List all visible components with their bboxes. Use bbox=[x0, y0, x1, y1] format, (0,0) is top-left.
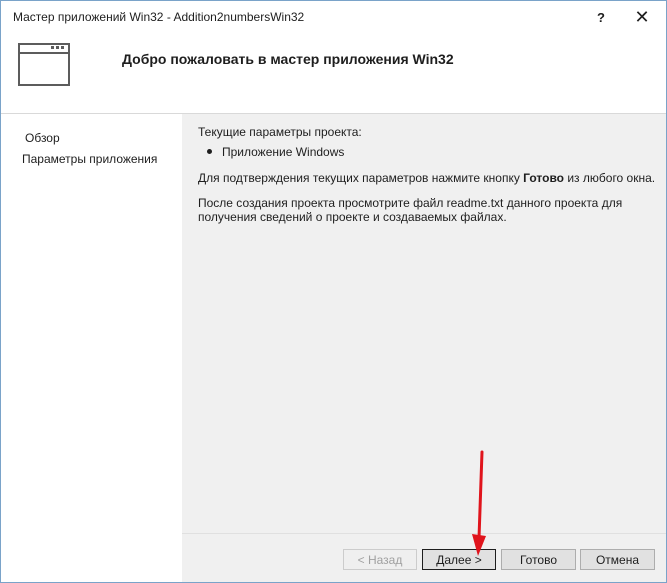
wizard-header: Добро пожаловать в мастер приложения Win… bbox=[1, 33, 666, 114]
bullet-icon bbox=[207, 149, 212, 155]
back-button[interactable]: < Назад bbox=[343, 549, 417, 570]
cancel-button[interactable]: Отмена bbox=[580, 549, 655, 570]
wizard-sidebar: Обзор Параметры приложения bbox=[1, 114, 182, 582]
window-app-icon bbox=[18, 43, 70, 86]
confirm-prefix: Для подтверждения текущих параметров наж… bbox=[198, 171, 524, 185]
confirm-suffix: из любого окна. bbox=[564, 171, 656, 185]
page-title: Добро пожаловать в мастер приложения Win… bbox=[122, 51, 454, 67]
confirm-instruction: Для подтверждения текущих параметров наж… bbox=[198, 171, 655, 185]
close-button[interactable]: ✕ bbox=[627, 5, 657, 29]
finish-button[interactable]: Готово bbox=[501, 549, 576, 570]
readme-instruction: После создания проекта просмотрите файл … bbox=[198, 196, 623, 224]
wizard-window: Мастер приложений Win32 - Addition2numbe… bbox=[0, 0, 667, 583]
footer-divider bbox=[182, 533, 666, 534]
sidebar-item-overview[interactable]: Обзор bbox=[25, 131, 60, 145]
current-settings-label: Текущие параметры проекта: bbox=[198, 125, 362, 139]
title-bar: Мастер приложений Win32 - Addition2numbe… bbox=[1, 1, 666, 33]
list-item: Приложение Windows bbox=[207, 145, 344, 159]
wizard-content: Текущие параметры проекта: Приложение Wi… bbox=[182, 114, 666, 582]
help-button[interactable]: ? bbox=[586, 5, 616, 29]
setting-value: Приложение Windows bbox=[222, 145, 345, 159]
next-button[interactable]: Далее > bbox=[422, 549, 496, 570]
sidebar-item-application-settings[interactable]: Параметры приложения bbox=[22, 152, 157, 166]
confirm-bold: Готово bbox=[523, 171, 565, 185]
window-title: Мастер приложений Win32 - Addition2numbe… bbox=[13, 10, 305, 24]
